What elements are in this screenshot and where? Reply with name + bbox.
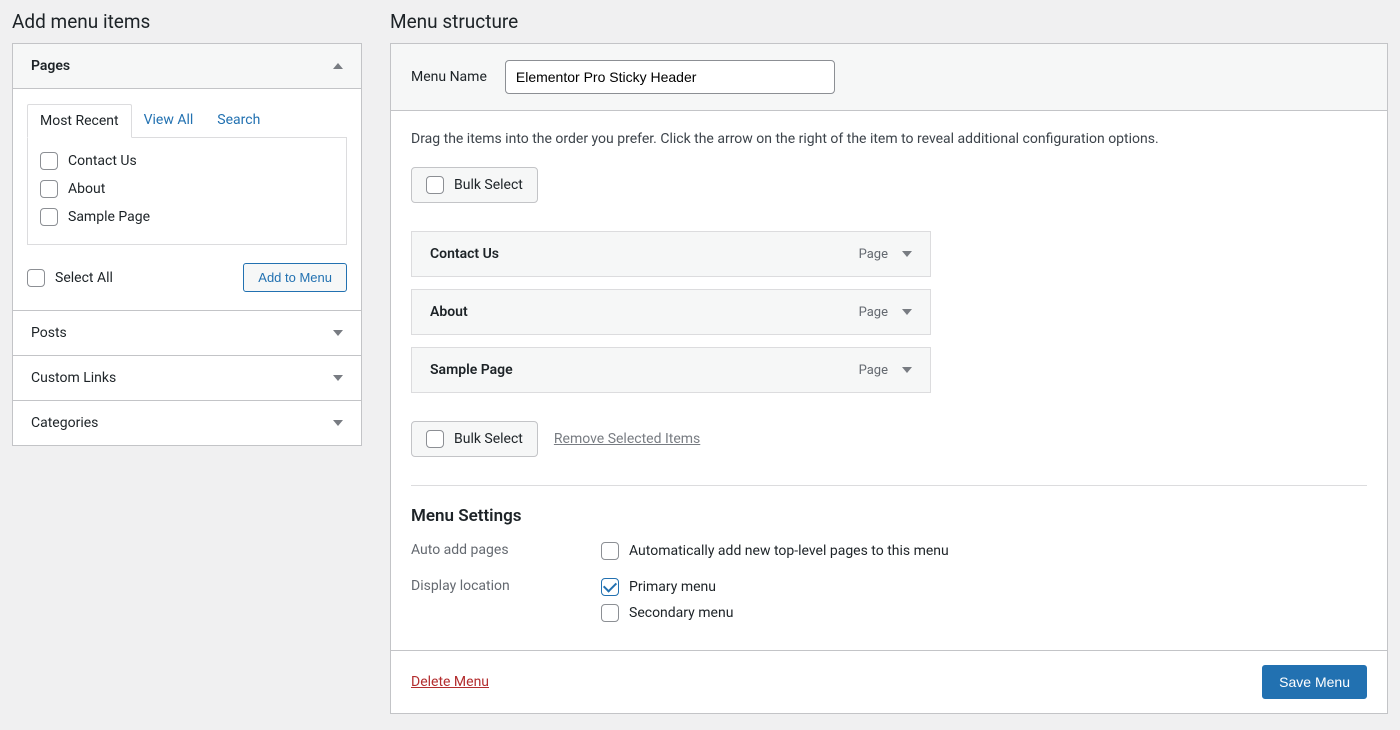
menu-items-list: Contact Us Page About Page bbox=[411, 231, 931, 393]
chevron-down-icon[interactable] bbox=[902, 251, 912, 257]
tab-view-all[interactable]: View All bbox=[132, 104, 206, 138]
chevron-up-icon bbox=[333, 63, 343, 69]
menu-item-type: Page bbox=[859, 363, 888, 378]
accordion-title: Categories bbox=[31, 415, 98, 431]
save-menu-button[interactable]: Save Menu bbox=[1262, 665, 1367, 699]
checkbox[interactable] bbox=[27, 269, 45, 287]
page-option-label: Contact Us bbox=[68, 153, 137, 169]
pages-list: Contact Us About Sample Page bbox=[27, 138, 347, 245]
checkbox[interactable] bbox=[426, 430, 444, 448]
menu-item[interactable]: Sample Page Page bbox=[411, 347, 931, 393]
accordion-title: Custom Links bbox=[31, 370, 116, 386]
accordion-header-custom-links[interactable]: Custom Links bbox=[13, 355, 361, 400]
menu-structure-box: Menu Name Drag the items into the order … bbox=[390, 43, 1388, 714]
chevron-down-icon bbox=[333, 375, 343, 381]
menu-item-title: Contact Us bbox=[430, 246, 499, 262]
select-all-label: Select All bbox=[55, 270, 113, 286]
menu-settings-heading: Menu Settings bbox=[411, 506, 1367, 526]
menu-item-type: Page bbox=[859, 305, 888, 320]
display-location-label: Display location bbox=[411, 578, 601, 594]
accordion-header-pages[interactable]: Pages bbox=[13, 44, 361, 89]
accordion-title: Pages bbox=[31, 58, 70, 74]
checkbox[interactable] bbox=[40, 180, 58, 198]
menu-name-header: Menu Name bbox=[391, 44, 1387, 111]
accordion-section-custom-links: Custom Links bbox=[13, 355, 361, 400]
bulk-select-label: Bulk Select bbox=[454, 431, 523, 447]
tab-most-recent[interactable]: Most Recent bbox=[27, 104, 132, 138]
add-menu-items-heading: Add menu items bbox=[12, 10, 362, 33]
select-all-row[interactable]: Select All bbox=[27, 269, 113, 287]
menu-name-input[interactable] bbox=[505, 60, 835, 94]
accordion-title: Posts bbox=[31, 325, 67, 341]
tab-search[interactable]: Search bbox=[205, 104, 272, 138]
option-label: Automatically add new top-level pages to… bbox=[629, 543, 949, 559]
menu-item-title: About bbox=[430, 304, 468, 320]
checkbox[interactable] bbox=[601, 578, 619, 596]
checkbox[interactable] bbox=[426, 176, 444, 194]
help-text: Drag the items into the order you prefer… bbox=[411, 131, 1367, 147]
option-label: Secondary menu bbox=[629, 605, 733, 621]
checkbox[interactable] bbox=[601, 604, 619, 622]
page-option[interactable]: Contact Us bbox=[40, 152, 334, 170]
remove-selected-link[interactable]: Remove Selected Items bbox=[554, 431, 700, 447]
bulk-select-button-top[interactable]: Bulk Select bbox=[411, 167, 538, 203]
menu-item-title: Sample Page bbox=[430, 362, 513, 378]
menu-item[interactable]: About Page bbox=[411, 289, 931, 335]
checkbox[interactable] bbox=[40, 152, 58, 170]
pages-tabs: Most Recent View All Search bbox=[27, 103, 347, 138]
menu-item-type: Page bbox=[859, 247, 888, 262]
add-to-menu-button[interactable]: Add to Menu bbox=[243, 263, 347, 292]
chevron-down-icon bbox=[333, 420, 343, 426]
menu-item[interactable]: Contact Us Page bbox=[411, 231, 931, 277]
accordion: Pages Most Recent View All Search Contac… bbox=[12, 43, 362, 446]
page-option[interactable]: Sample Page bbox=[40, 208, 334, 226]
divider bbox=[411, 485, 1367, 486]
checkbox[interactable] bbox=[601, 542, 619, 560]
auto-add-pages-label: Auto add pages bbox=[411, 542, 601, 558]
accordion-section-pages: Pages Most Recent View All Search Contac… bbox=[13, 44, 361, 310]
accordion-section-categories: Categories bbox=[13, 400, 361, 445]
auto-add-option[interactable]: Automatically add new top-level pages to… bbox=[601, 542, 1367, 560]
chevron-down-icon bbox=[333, 330, 343, 336]
page-option-label: About bbox=[68, 181, 105, 197]
accordion-header-categories[interactable]: Categories bbox=[13, 400, 361, 445]
delete-menu-link[interactable]: Delete Menu bbox=[411, 674, 489, 690]
option-label: Primary menu bbox=[629, 579, 716, 595]
checkbox[interactable] bbox=[40, 208, 58, 226]
page-option[interactable]: About bbox=[40, 180, 334, 198]
accordion-header-posts[interactable]: Posts bbox=[13, 310, 361, 355]
chevron-down-icon[interactable] bbox=[902, 367, 912, 373]
menu-structure-heading: Menu structure bbox=[390, 10, 1388, 33]
location-option-secondary[interactable]: Secondary menu bbox=[601, 604, 1367, 622]
chevron-down-icon[interactable] bbox=[902, 309, 912, 315]
page-option-label: Sample Page bbox=[68, 209, 150, 225]
location-option-primary[interactable]: Primary menu bbox=[601, 578, 1367, 596]
menu-name-label: Menu Name bbox=[411, 69, 487, 85]
bulk-select-label: Bulk Select bbox=[454, 177, 523, 193]
bulk-select-button-bottom[interactable]: Bulk Select bbox=[411, 421, 538, 457]
accordion-section-posts: Posts bbox=[13, 310, 361, 355]
